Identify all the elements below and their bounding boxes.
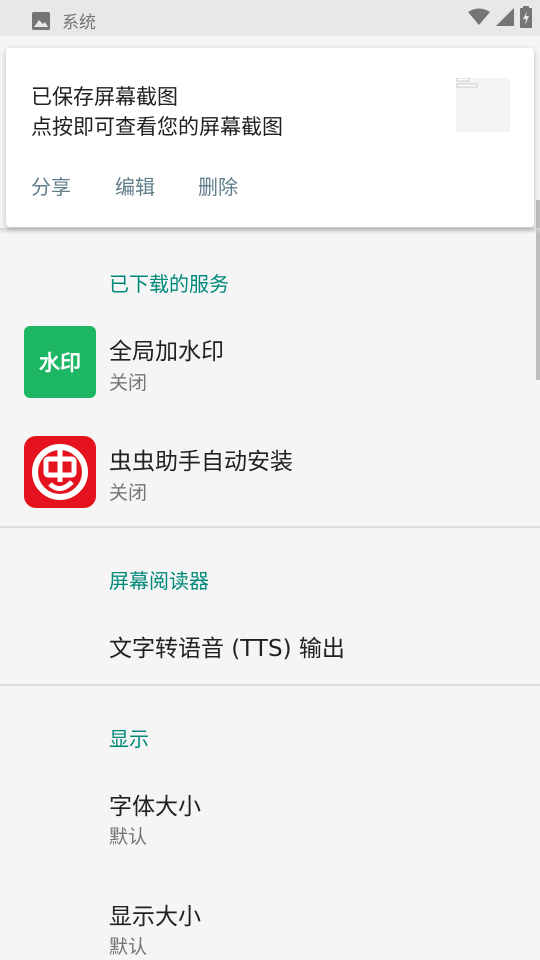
scrollbar[interactable] [536, 200, 540, 380]
status-left: 系统 [32, 8, 96, 33]
screenshot-thumbnail[interactable] [456, 77, 510, 132]
chongchong-subtitle: 关闭 [109, 482, 148, 504]
chongchong-app-icon [24, 436, 96, 508]
notification-text: 点按即可查看您的屏幕截图 [31, 115, 283, 139]
chongchong-logo-icon [32, 444, 88, 500]
signal-icon [496, 8, 514, 26]
wifi-icon [468, 8, 490, 25]
chongchong-title: 虫虫助手自动安装 [109, 449, 293, 475]
delete-button[interactable]: 删除 [198, 171, 238, 200]
image-icon [32, 11, 50, 30]
font-size-title: 字体大小 [109, 794, 201, 820]
display-size-subtitle: 默认 [109, 936, 148, 958]
watermark-app-icon: 水印 [24, 326, 96, 398]
notification-title: 已保存屏幕截图 [31, 85, 178, 109]
section-header-downloaded: 已下载的服务 [109, 272, 229, 296]
display-size-title: 显示大小 [109, 904, 201, 930]
tts-title: 文字转语音 (TTS) 输出 [109, 636, 345, 662]
section-header-screen-reader: 屏幕阅读器 [109, 569, 209, 593]
share-button[interactable]: 分享 [31, 171, 71, 200]
font-size-subtitle: 默认 [109, 826, 148, 848]
edit-button[interactable]: 编辑 [115, 171, 155, 200]
watermark-subtitle: 关闭 [109, 372, 148, 394]
notification-shadow [0, 228, 540, 234]
status-title: 系统 [62, 13, 96, 33]
divider [0, 684, 540, 686]
status-icons [468, 6, 532, 28]
thumbnail-preview-icon [456, 77, 510, 132]
watermark-icon-label: 水印 [39, 351, 81, 375]
status-bar: 系统 [0, 0, 540, 36]
watermark-title: 全局加水印 [109, 339, 224, 365]
section-header-display: 显示 [109, 727, 149, 751]
divider [0, 526, 540, 528]
screenshot-notification[interactable]: 已保存屏幕截图 点按即可查看您的屏幕截图 分享 编辑 删除 [6, 48, 534, 227]
battery-charging-icon [520, 6, 532, 28]
